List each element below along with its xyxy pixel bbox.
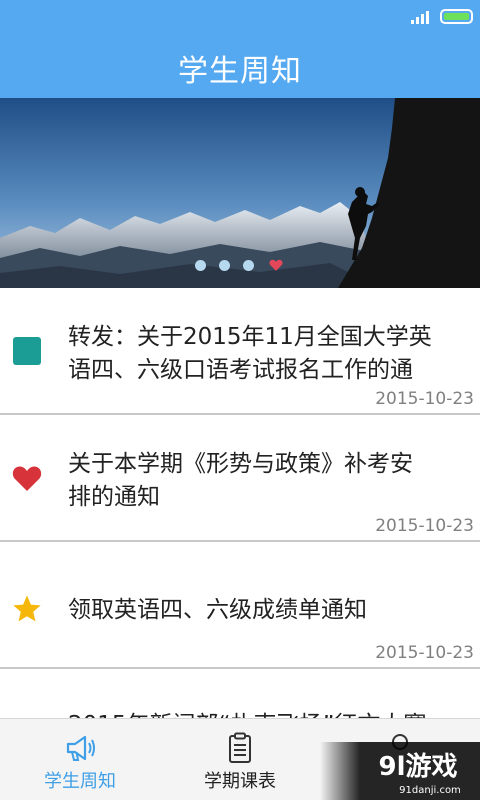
carousel-dot[interactable]: [219, 260, 230, 271]
notice-date: 2015-10-23: [375, 516, 474, 536]
list-item[interactable]: 关于本学期《形势与政策》补考安 排的通知 2015-10-23: [0, 415, 480, 542]
list-item[interactable]: 领取英语四、六级成绩单通知 2015-10-23: [0, 542, 480, 669]
svg-text:91danji.com: 91danji.com: [399, 785, 461, 796]
list-item[interactable]: 2015年新闻部“扎克飞扬”征文大赛: [0, 669, 480, 718]
signal-icon: [411, 11, 429, 24]
carousel-dot[interactable]: [195, 260, 206, 271]
star-icon: [13, 595, 41, 622]
notice-title: 领取英语四、六级成绩单通知: [68, 597, 367, 623]
tab-semester-schedule[interactable]: 学期课表: [160, 719, 320, 800]
square-icon: [13, 337, 41, 365]
notice-date: 2015-10-23: [375, 389, 474, 409]
carousel-dot[interactable]: [243, 260, 254, 271]
notice-list: 转发：关于2015年11月全国大学英 语四、六级口语考试报名工作的通 2015-…: [0, 288, 480, 718]
clipboard-icon: [229, 732, 251, 763]
banner-carousel[interactable]: [0, 98, 480, 288]
tab-student-notices[interactable]: 学生周知: [0, 719, 160, 800]
site-watermark-logo: 9l游戏 91danji.com: [320, 742, 480, 800]
battery-icon: [440, 9, 473, 24]
app-header: 学生周知: [0, 34, 480, 98]
carousel-dot-active-heart-icon[interactable]: [269, 258, 283, 272]
notice-date: 2015-10-23: [375, 643, 474, 663]
tab-label: 学期课表: [204, 771, 276, 792]
heart-icon: [12, 466, 42, 491]
list-item[interactable]: 转发：关于2015年11月全国大学英 语四、六级口语考试报名工作的通 2015-…: [0, 288, 480, 415]
notice-title: 关于本学期《形势与政策》补考安 排的通知: [68, 451, 413, 510]
tab-label: 学生周知: [44, 771, 116, 792]
status-bar: [0, 0, 480, 34]
notice-title: 2015年新闻部“扎克飞扬”征文大赛: [68, 709, 472, 718]
carousel-indicators: [195, 258, 285, 272]
megaphone-icon: [66, 735, 95, 761]
notice-title: 转发：关于2015年11月全国大学英 语四、六级口语考试报名工作的通: [68, 324, 432, 383]
page-title: 学生周知: [178, 54, 302, 89]
svg-text:9l游戏: 9l游戏: [378, 752, 457, 782]
